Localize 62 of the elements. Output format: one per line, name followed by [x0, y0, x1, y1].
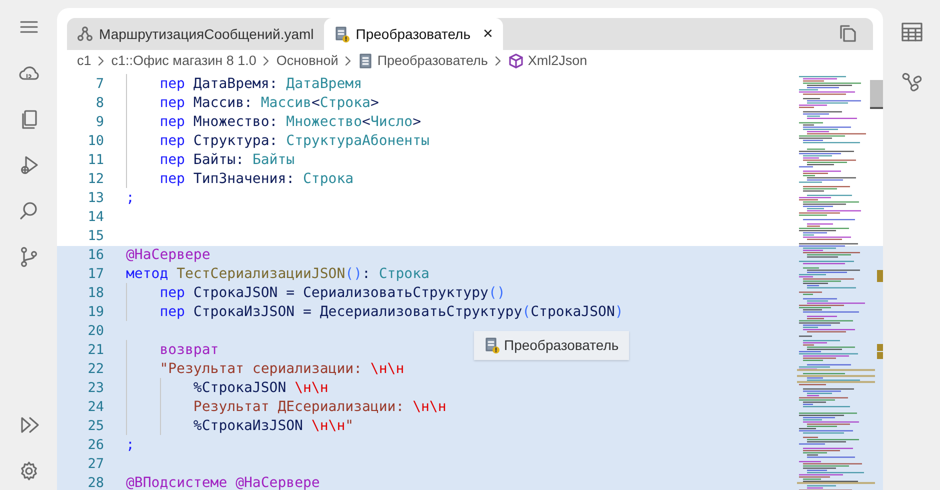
chevron-icon [262, 56, 270, 66]
code-line: метод ТестСериализацииJSON(): Строка [126, 265, 430, 284]
code-line: возврат [126, 340, 219, 361]
code-line: @НаСервере [126, 246, 210, 265]
document-icon [358, 53, 374, 69]
line-number: 21 [86, 341, 104, 360]
line-number: 19 [86, 303, 104, 322]
line-number: 26 [86, 436, 104, 456]
breadcrumb-label[interactable]: Преобразователь [377, 50, 488, 72]
line-number: 28 [86, 474, 104, 490]
code-line: пер Массив: Массив<Строка> [126, 93, 379, 114]
line-number: 22 [86, 360, 104, 380]
line-number: 27 [86, 455, 104, 474]
line-number: 10 [86, 132, 104, 152]
line-number: 7 [94, 75, 104, 94]
code-line: @ВПодсистеме @НаСервере [126, 474, 320, 490]
editor-tab[interactable]: МаршрутизацияСообщений.yaml [67, 18, 324, 50]
code-line: пер СтрокаJSON = СериализоватьСтруктуру() [126, 283, 506, 304]
code-line: пер ТипЗначения: Строка [126, 169, 354, 190]
breadcrumb-label[interactable]: Xml2Json [528, 50, 588, 72]
line-number: 9 [94, 113, 104, 132]
code-line: пер Структура: СтруктураАбоненты [126, 131, 430, 152]
breadcrumb-item[interactable]: c1::Офис магазин 8 1.0 [111, 50, 256, 72]
line-number: 20 [86, 322, 104, 342]
code-line: пер СтрокаИзJSON = ДесериализоватьСтруктуру(СтрокаJSON) [126, 302, 624, 323]
code-line: ; [126, 189, 134, 208]
code-line: %СтрокаИзJSON \н\н" [126, 416, 354, 437]
line-number: 8 [94, 94, 104, 114]
table-icon[interactable] [900, 22, 922, 42]
cube-icon [508, 53, 524, 69]
code-line: Результат ДЕсериализации: \н\н [126, 397, 446, 418]
line-number: 17 [86, 265, 104, 284]
line-number: 12 [86, 170, 104, 190]
code-line: "Результат сериализации: \н\н [126, 359, 404, 380]
close-icon[interactable]: ✕ [482, 24, 494, 44]
breadcrumb-item[interactable]: Основной [276, 50, 338, 72]
chevron-icon [494, 56, 502, 66]
line-number: 25 [86, 417, 104, 436]
code-line: пер Множество: Множество<Число> [126, 112, 422, 133]
copy-icon[interactable] [837, 23, 859, 45]
linked-nodes-icon[interactable] [900, 70, 922, 92]
line-number: 14 [86, 208, 104, 228]
tooltip-label: Преобразователь [504, 336, 619, 355]
node-graph-icon [77, 26, 93, 42]
search-icon[interactable] [18, 200, 40, 222]
code-line: %СтрокаJSON \н\н [126, 378, 328, 399]
line-number: 18 [86, 284, 104, 304]
line-number: 24 [86, 398, 104, 418]
code-line: пер ДатаВремя: ДатаВремя [126, 74, 362, 95]
editor-tab[interactable]: Преобразователь ✕ [324, 18, 504, 50]
code-line: ; [126, 436, 134, 455]
line-number: 15 [86, 227, 104, 246]
line-number: 13 [86, 189, 104, 208]
code-line: пер Байты: Байты [126, 150, 295, 171]
document-warning-icon [484, 337, 500, 354]
line-number: 23 [86, 379, 104, 398]
line-number: 11 [86, 151, 104, 170]
breadcrumb-item[interactable]: c1 [77, 50, 92, 72]
document-warning-icon [334, 26, 350, 42]
chevron-icon [97, 56, 106, 66]
chevron-icon [344, 56, 352, 66]
line-number: 16 [86, 246, 104, 266]
